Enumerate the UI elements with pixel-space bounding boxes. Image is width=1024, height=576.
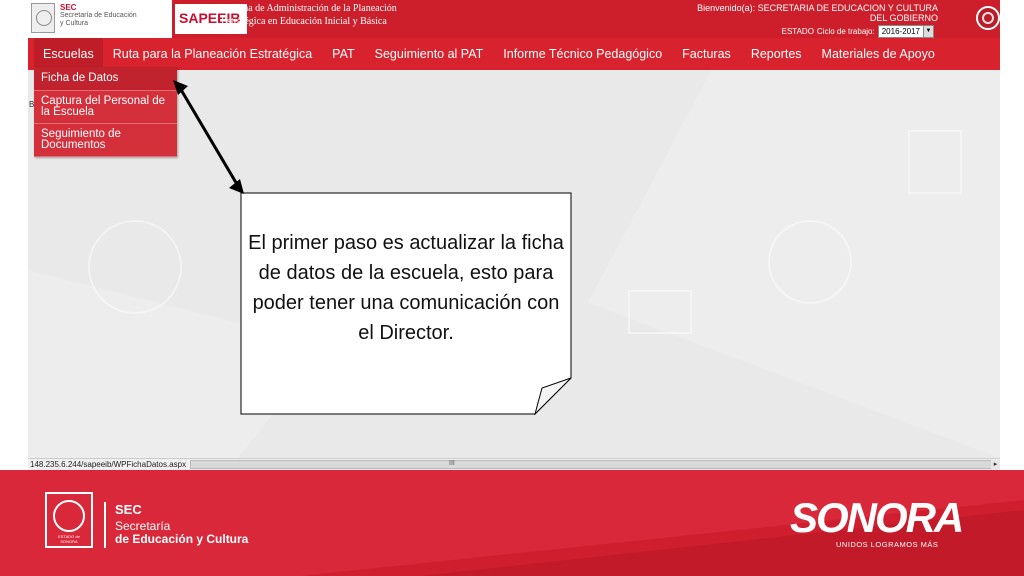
escuelas-dropdown: Ficha de Datos Captura del Personal de l… [34, 67, 177, 157]
nav-ruta-planeacion[interactable]: Ruta para la Planeación Estratégica [103, 38, 322, 70]
footer-sec-subtitle: Secretaría de Educación y Cultura [115, 520, 265, 546]
callout-text: El primer paso es actualizar la ficha de… [248, 232, 564, 344]
app-header: Secretaría de Educación y Cultura SEC Se… [28, 0, 1000, 38]
sonora-emblem-icon [31, 3, 55, 33]
dropdown-item-captura-personal[interactable]: Captura del Personal de la Escuela [34, 91, 177, 124]
dropdown-item-ficha-datos[interactable]: Ficha de Datos [34, 67, 177, 91]
sonora-state-emblem-icon: ESTADO de SONORA [45, 492, 93, 548]
bg-decoration [908, 130, 962, 194]
logo-sec-title: SEC [60, 3, 77, 12]
logo-sec-subtitle: Secretaría de Educación y Cultura [60, 12, 137, 27]
nav-escuelas[interactable]: Escuelas [34, 38, 103, 70]
footer-sec-title: SEC [115, 502, 142, 517]
nav-informe-tecnico[interactable]: Informe Técnico Pedagógico [493, 38, 672, 70]
ciclo-value: 2016-2017 [881, 27, 920, 36]
sec-logo: Secretaría de Educación y Cultura SEC Se… [28, 0, 172, 38]
sonora-logo: SONORA [790, 494, 964, 541]
horizontal-scrollbar[interactable]: III [190, 460, 996, 469]
power-icon[interactable] [976, 6, 1000, 30]
nav-facturas[interactable]: Facturas [672, 38, 741, 70]
nav-pat[interactable]: PAT [322, 38, 364, 70]
system-title: Sistema de Administración de la Planeaci… [221, 3, 397, 27]
bg-decoration [628, 290, 692, 334]
nav-reportes[interactable]: Reportes [741, 38, 812, 70]
ciclo-select[interactable]: 2016-2017 ▼ [877, 25, 934, 38]
emblem-caption: ESTADO de SONORA [58, 534, 80, 544]
estado-label: ESTADO [781, 27, 814, 36]
estado-row: ESTADO Ciclo de trabajo: 2016-2017 ▼ [782, 25, 934, 38]
main-nav: Escuelas Ruta para la Planeación Estraté… [28, 38, 1000, 70]
sonora-tagline: UNIDOS LOGRAMOS MÁS [836, 540, 939, 549]
scroll-right-icon[interactable]: ▸ [991, 460, 1000, 469]
chevron-down-icon[interactable]: ▼ [923, 26, 933, 37]
footer-divider [104, 502, 106, 548]
welcome-text: Bienvenido(a): SECRETARIA DE EDUCACION Y… [697, 3, 938, 23]
scroll-grip-icon[interactable]: III [449, 460, 455, 467]
slide-footer: ESTADO de SONORA SEC Secretaría de Educa… [0, 470, 1024, 576]
bg-decoration [768, 220, 852, 304]
dropdown-item-seguimiento-documentos[interactable]: Seguimiento de Documentos [34, 124, 177, 157]
nav-seguimiento-pat[interactable]: Seguimiento al PAT [365, 38, 494, 70]
footer-sec-line2: de Educación y Cultura [115, 532, 249, 546]
ciclo-label: Ciclo de trabajo: [816, 27, 875, 36]
bg-decoration [88, 220, 182, 314]
status-url: 148.235.6.244/sapeeib/WPFichaDatos.aspx [30, 460, 187, 469]
nav-materiales-apoyo[interactable]: Materiales de Apoyo [812, 38, 945, 70]
callout-note: El primer paso es actualizar la ficha de… [240, 192, 572, 415]
